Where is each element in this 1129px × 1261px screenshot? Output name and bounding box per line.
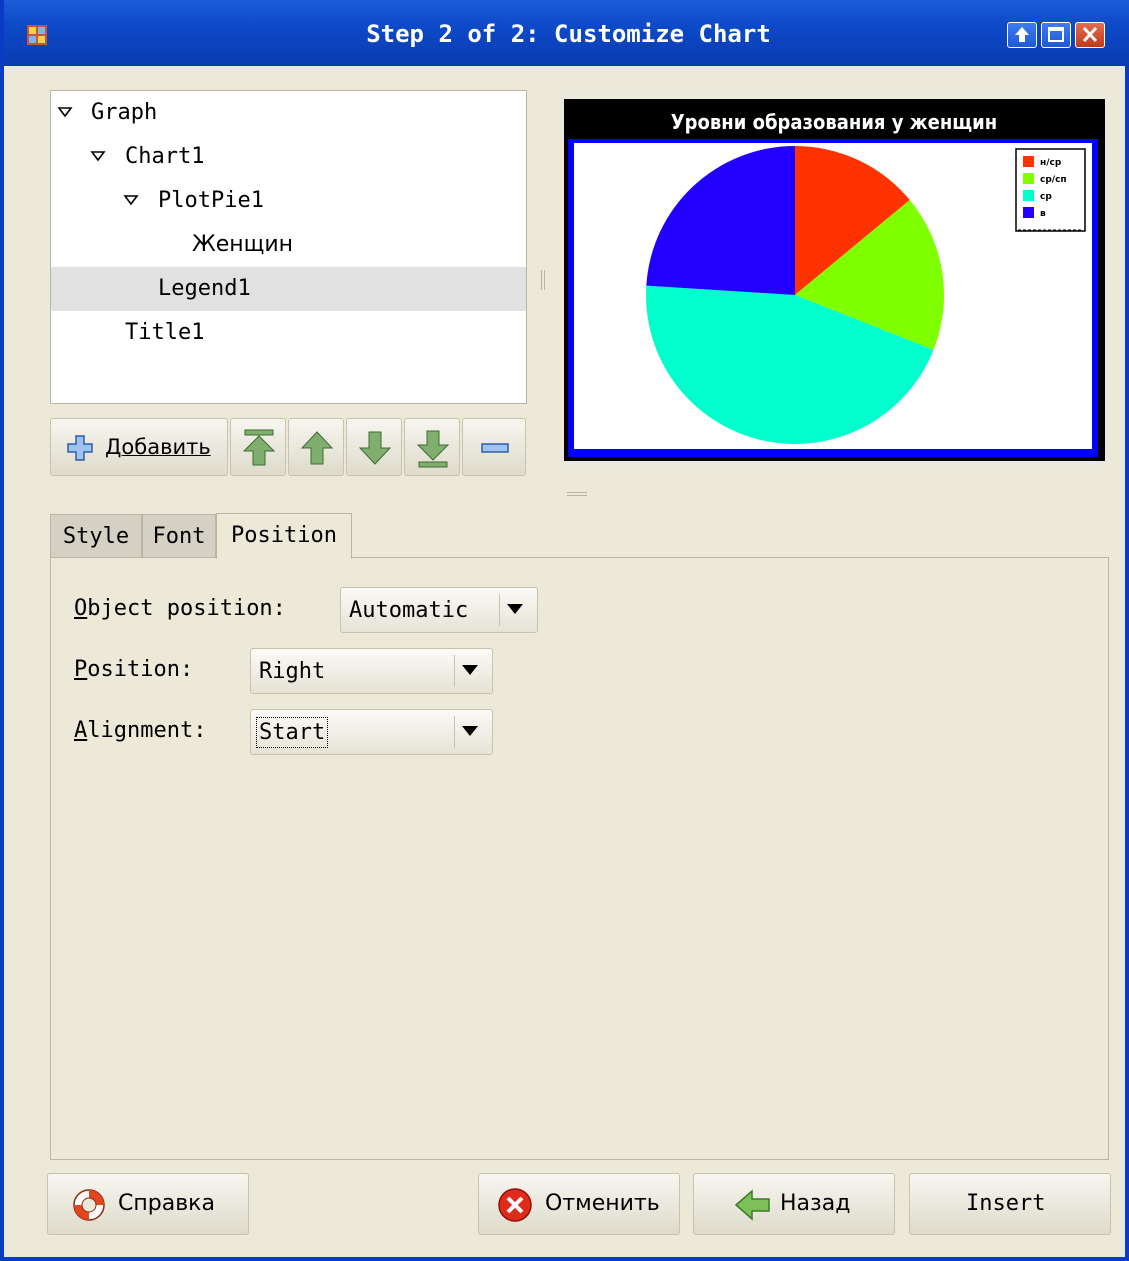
tree-item-chart1[interactable]: Chart1 xyxy=(51,135,526,179)
close-button[interactable] xyxy=(1075,22,1105,48)
legend-swatch-3 xyxy=(1023,207,1034,218)
legend-swatch-2 xyxy=(1023,190,1034,201)
tree-item-label: Женщин xyxy=(192,232,294,257)
title-bar[interactable]: Step 2 of 2: Customize Chart xyxy=(4,0,1129,66)
combo-separator xyxy=(454,655,455,687)
dropdown-arrow-icon xyxy=(507,604,523,614)
close-icon xyxy=(1082,26,1098,43)
label-text: bject position: xyxy=(87,596,286,621)
maximize-icon xyxy=(1048,27,1064,42)
position-label: Position: xyxy=(74,657,193,682)
tree-item-legend1[interactable]: Legend1 xyxy=(51,267,526,311)
vertical-splitter-handle[interactable] xyxy=(541,270,545,290)
remove-icon xyxy=(481,443,509,453)
move-top-icon xyxy=(242,429,276,466)
combo-separator xyxy=(499,594,500,626)
alignment-label: Alignment: xyxy=(74,718,206,743)
tree-toolbar: Добавить xyxy=(50,418,527,476)
mnemonic: A xyxy=(74,718,88,743)
tree-item-label: PlotPie1 xyxy=(158,188,264,213)
insert-button[interactable]: Insert xyxy=(909,1173,1111,1235)
combo-value: Right xyxy=(259,659,326,684)
tree-item-plotpie1[interactable]: PlotPie1 xyxy=(51,179,526,223)
move-bottom-button[interactable] xyxy=(404,418,460,476)
move-down-icon xyxy=(358,431,392,465)
tree-item-label: Chart1 xyxy=(125,144,205,169)
tab-font[interactable]: Font xyxy=(142,514,216,558)
move-up-icon xyxy=(300,431,334,465)
add-button-label: Добавить xyxy=(105,435,211,459)
tree-item-graph[interactable]: Graph xyxy=(51,91,526,135)
legend-swatch-1 xyxy=(1023,173,1034,184)
add-icon xyxy=(67,435,93,461)
mnemonic: O xyxy=(74,596,88,621)
chart-element-tree[interactable]: Graph Chart1 PlotPie1 Женщин Legend1 Tit… xyxy=(50,90,527,404)
back-button-label: Назад xyxy=(780,1191,851,1216)
tree-item-label: Legend1 xyxy=(158,276,251,301)
tree-item-title1[interactable]: Title1 xyxy=(51,311,526,355)
legend-label-0: н/ср xyxy=(1040,158,1062,168)
tree-item-label: Graph xyxy=(91,100,158,125)
cancel-icon xyxy=(498,1188,532,1222)
legend-label-2: ср xyxy=(1040,192,1052,202)
insert-button-label: Insert xyxy=(966,1191,1046,1216)
chart-preview: Уровни образования у женщин н/ср ср/сп ср в xyxy=(564,99,1105,461)
cancel-button[interactable]: Отменить xyxy=(478,1173,680,1235)
arrow-up-icon xyxy=(1015,27,1029,42)
object-position-combo[interactable]: Automatic xyxy=(340,587,538,633)
legend-label-3: в xyxy=(1040,209,1046,219)
help-button[interactable]: Справка xyxy=(47,1173,249,1235)
tree-item-label: Title1 xyxy=(125,320,205,345)
back-button[interactable]: Назад xyxy=(693,1173,895,1235)
roll-up-button[interactable] xyxy=(1007,22,1037,48)
position-tab-panel: Object position: Automatic Position: Rig… xyxy=(50,557,1109,1160)
label-text: lignment: xyxy=(87,718,207,743)
horizontal-splitter-handle[interactable] xyxy=(567,492,587,496)
pie-chart: Уровни образования у женщин н/ср ср/сп ср в xyxy=(564,99,1105,461)
legend-label-1: ср/сп xyxy=(1040,175,1067,185)
tab-position[interactable]: Position xyxy=(216,513,352,559)
pie-slices xyxy=(646,146,944,444)
cancel-button-label: Отменить xyxy=(545,1191,660,1216)
label-text: osition: xyxy=(87,657,194,682)
object-position-label: Object position: xyxy=(74,596,286,621)
chart-legend: н/ср ср/сп ср в xyxy=(1015,148,1086,232)
lifebuoy-icon xyxy=(73,1189,105,1221)
remove-button[interactable] xyxy=(462,418,526,476)
combo-separator xyxy=(454,716,455,748)
mnemonic: P xyxy=(74,657,88,682)
chart-title: Уровни образования у женщин xyxy=(671,110,997,134)
dropdown-arrow-icon xyxy=(462,665,478,675)
arrow-left-icon xyxy=(734,1189,770,1221)
chart-dialog-window: Step 2 of 2: Customize Chart Graph Chart… xyxy=(0,0,1129,1261)
add-button[interactable]: Добавить xyxy=(50,418,228,476)
move-bottom-icon xyxy=(416,430,450,468)
move-down-button[interactable] xyxy=(346,418,402,476)
tab-style[interactable]: Style xyxy=(50,514,142,558)
combo-value: Start xyxy=(255,717,329,748)
dropdown-arrow-icon xyxy=(462,726,478,736)
alignment-combo[interactable]: Start xyxy=(250,709,493,755)
move-top-button[interactable] xyxy=(230,418,286,476)
legend-swatch-0 xyxy=(1023,156,1034,167)
move-up-button[interactable] xyxy=(288,418,344,476)
position-combo[interactable]: Right xyxy=(250,648,493,694)
combo-value: Automatic xyxy=(349,598,469,623)
tree-item-series[interactable]: Женщин xyxy=(51,223,526,267)
window-title: Step 2 of 2: Customize Chart xyxy=(366,20,771,48)
maximize-button[interactable] xyxy=(1041,22,1071,48)
help-button-label: Справка xyxy=(118,1191,215,1216)
